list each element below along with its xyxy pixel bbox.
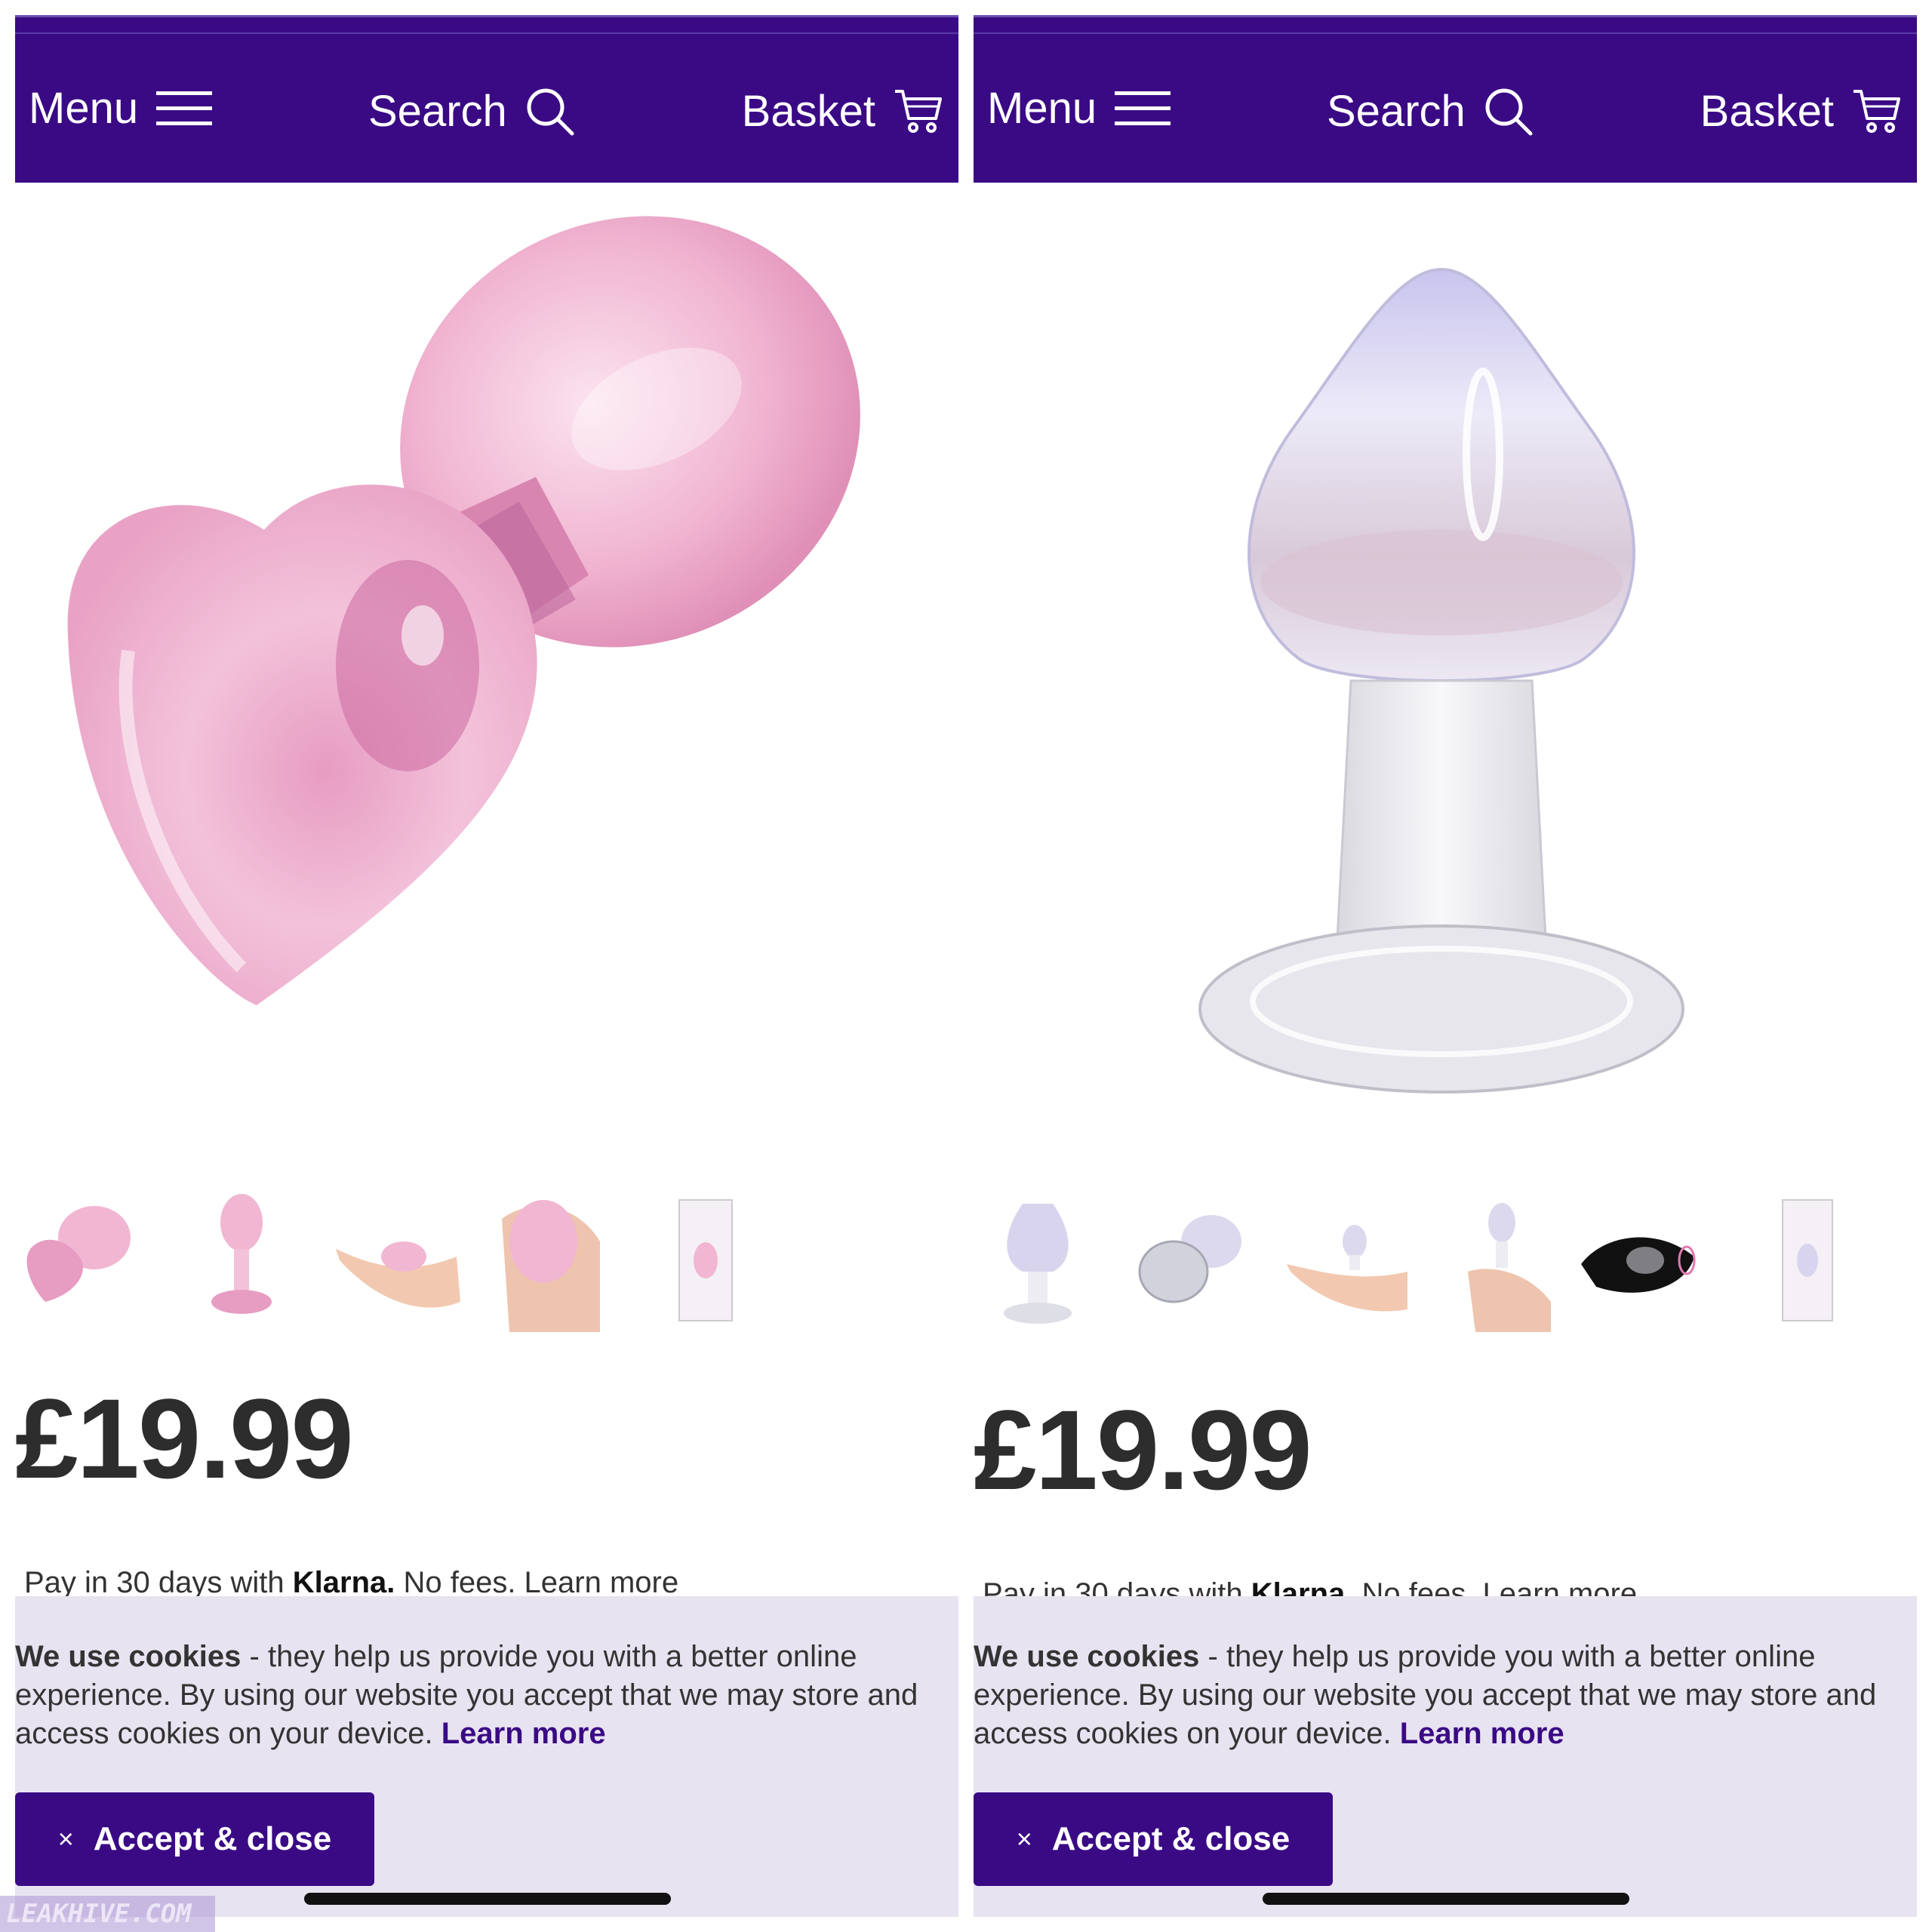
klarna-brand: Klarna. [292,1566,395,1599]
thumbnail-3[interactable] [1283,1189,1411,1332]
basket-button[interactable]: Basket [1700,87,1902,137]
home-indicator[interactable] [304,1893,671,1905]
cookie-text: We use cookies - they help us provide yo… [15,1638,955,1753]
product-price: £19.99 [15,1375,354,1502]
klarna-prefix: Pay in 30 days with [24,1566,293,1599]
menu-label: Menu [987,84,1097,133]
product-image[interactable] [974,183,1917,1156]
thumbnail-4[interactable] [487,1189,615,1332]
watermark: LEAKHIVE.COM [0,1896,215,1932]
hamburger-icon [156,91,213,125]
product-page-right: Menu Search Basket £19.99 Pay in 30 days… [974,15,1917,1917]
menu-button[interactable]: Menu [987,87,1171,131]
hamburger-icon [1115,91,1171,125]
menu-button[interactable]: Menu [29,84,213,133]
search-button[interactable]: Search [368,87,575,137]
close-icon: × [1016,1823,1032,1854]
cookie-banner: We use cookies - they help us provide yo… [15,1596,958,1917]
thumbnail-6[interactable] [1743,1189,1872,1332]
product-price: £19.99 [974,1386,1312,1513]
cookie-text: We use cookies - they help us provide yo… [974,1638,1913,1753]
cookie-learn-more-link[interactable]: Learn more [1400,1717,1564,1750]
search-label: Search [1327,87,1466,136]
search-icon [527,88,574,136]
cart-icon [895,90,942,133]
product-page-left: Menu Search Basket £19.99 Pay in 30 days… [15,15,958,1917]
thumbnail-1[interactable] [974,1189,1102,1332]
close-icon: × [57,1823,74,1854]
top-navbar: Menu Search Basket [974,15,1917,183]
thumbnail-2[interactable] [177,1189,306,1332]
klarna-message: Pay in 30 days with Klarna. No fees. Lea… [24,1566,678,1600]
thumbnail-strip [974,1189,1917,1332]
cart-icon [1854,90,1900,133]
top-navbar: Menu Search Basket [15,15,958,183]
accept-close-button[interactable]: × Accept & close [974,1792,1333,1886]
cookie-banner: We use cookies - they help us provide yo… [974,1596,1917,1917]
accept-close-label: Accept & close [1051,1820,1291,1857]
accept-close-button[interactable]: × Accept & close [15,1792,374,1886]
search-icon [1485,88,1533,136]
cookie-title: We use cookies [15,1640,242,1673]
thumbnail-2[interactable] [1128,1189,1257,1332]
home-indicator[interactable] [1263,1893,1629,1905]
search-label: Search [368,87,507,136]
basket-label: Basket [1700,87,1834,136]
cookie-learn-more-link[interactable]: Learn more [441,1717,606,1750]
thumbnail-strip [15,1189,958,1332]
thumbnail-5[interactable] [1574,1189,1702,1332]
basket-button[interactable]: Basket [742,87,943,137]
cookie-title: We use cookies [974,1640,1200,1673]
thumbnail-5[interactable] [641,1189,770,1332]
thumbnail-4[interactable] [1438,1189,1566,1332]
klarna-suffix[interactable]: No fees. Learn more [395,1566,678,1599]
thumbnail-1[interactable] [15,1189,143,1332]
basket-label: Basket [741,87,875,136]
accept-close-label: Accept & close [93,1820,332,1857]
product-image[interactable] [15,183,958,1156]
search-button[interactable]: Search [1327,87,1534,137]
menu-label: Menu [29,84,139,133]
thumbnail-3[interactable] [332,1189,460,1332]
